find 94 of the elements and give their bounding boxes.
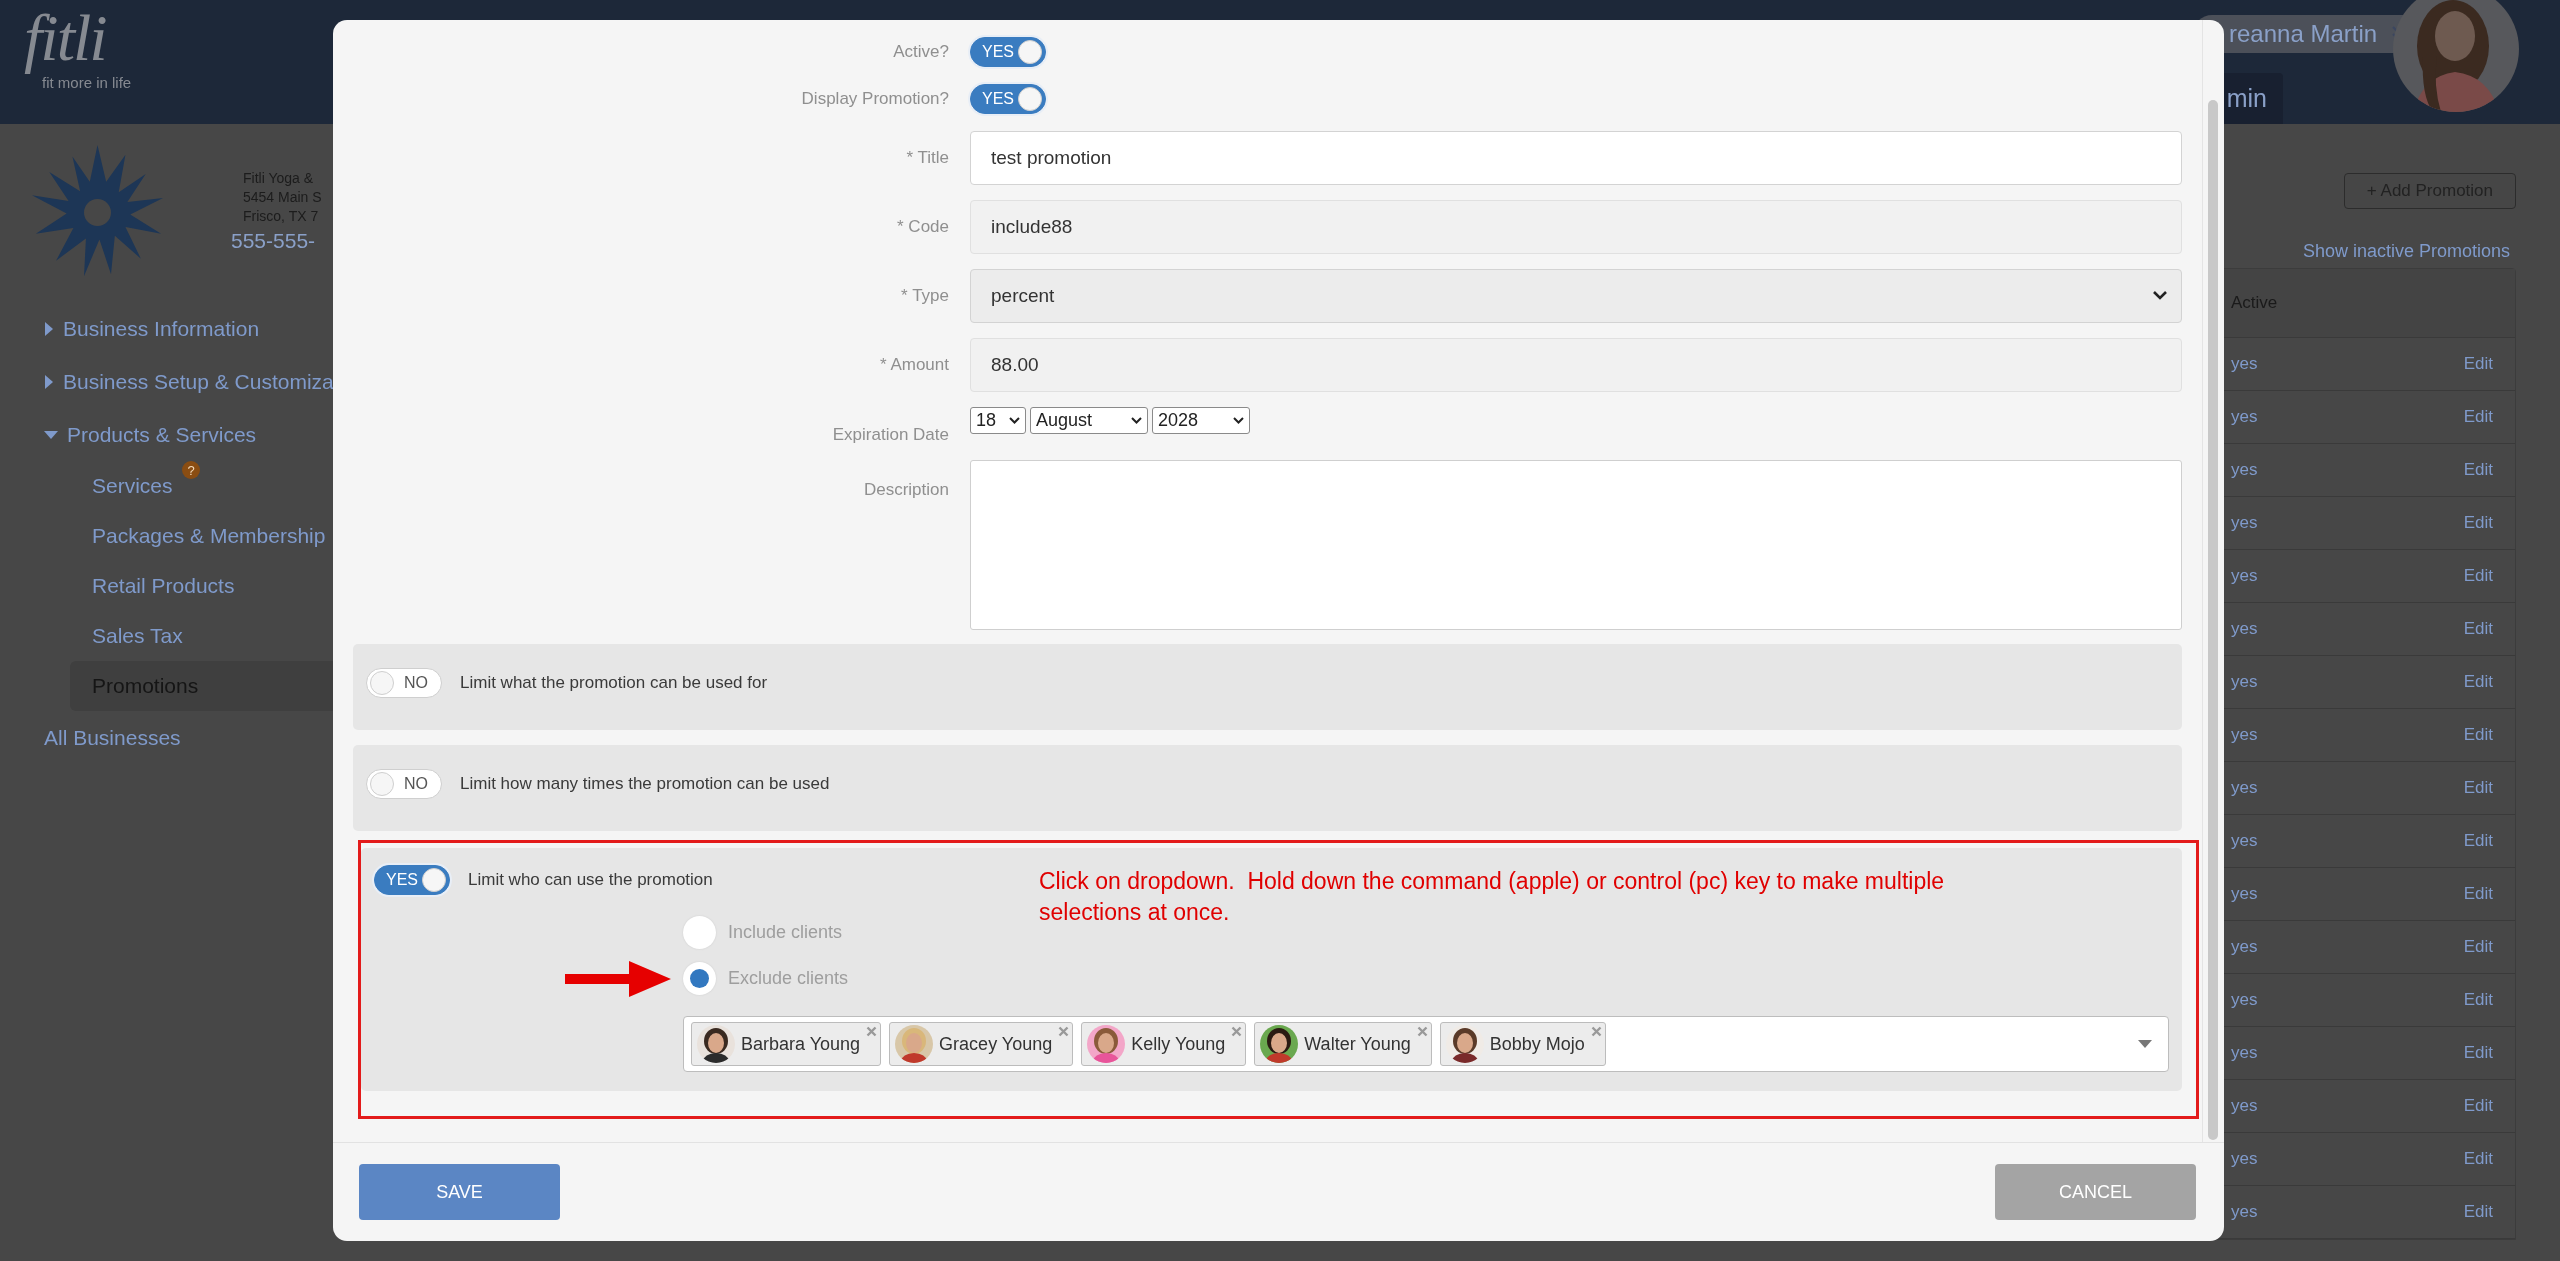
- text-field[interactable]: 88.00: [970, 338, 2182, 392]
- client-multiselect[interactable]: Barbara Young Gracey Young Kelly Young Walter Young Bobby Mojo: [683, 1016, 2169, 1072]
- nav-label: Packages & Membership: [92, 524, 326, 548]
- toggle-switch[interactable]: YES: [970, 37, 1046, 67]
- remove-icon[interactable]: [1231, 1026, 1243, 1037]
- client-tag[interactable]: Gracey Young: [889, 1022, 1074, 1066]
- help-badge: ?: [182, 461, 200, 479]
- chevron-down-icon: [2153, 291, 2167, 301]
- client-tag[interactable]: Barbara Young: [691, 1022, 882, 1066]
- toggle-switch[interactable]: YES: [374, 865, 450, 895]
- edit-link[interactable]: Edit: [2463, 513, 2493, 533]
- nav-label: Services: [92, 474, 173, 498]
- chevron-down-icon: [1233, 416, 1244, 425]
- edit-link[interactable]: Edit: [2463, 672, 2493, 692]
- edit-link[interactable]: Edit: [2463, 407, 2493, 427]
- table-cell: yes: [2231, 354, 2258, 374]
- limit-label: Limit how many times the promotion can be used: [460, 774, 830, 794]
- radio-button[interactable]: [683, 916, 716, 949]
- table-cell: yes: [2231, 1149, 2258, 1169]
- field-label: * Amount: [879, 355, 949, 375]
- date-dropdown[interactable]: August: [1030, 407, 1148, 434]
- table-cell: yes: [2231, 1202, 2258, 1222]
- date-dropdown[interactable]: 2028: [1152, 407, 1250, 434]
- client-tag[interactable]: Bobby Mojo: [1439, 1022, 1606, 1066]
- nav-label: Products & Services: [67, 422, 257, 447]
- field-label: * Code: [896, 217, 949, 237]
- table-cell: yes: [2231, 672, 2258, 692]
- edit-link[interactable]: Edit: [2463, 566, 2493, 586]
- edit-link[interactable]: Edit: [2463, 1149, 2493, 1169]
- limit-label: Limit who can use the promotion: [468, 870, 713, 890]
- edit-link[interactable]: Edit: [2463, 1202, 2493, 1222]
- table-cell: yes: [2231, 566, 2258, 586]
- caret-down-icon: [2138, 1040, 2152, 1048]
- table-cell: yes: [2231, 1043, 2258, 1063]
- date-dropdown[interactable]: 18: [970, 407, 1026, 434]
- remove-icon[interactable]: [866, 1026, 878, 1037]
- cancel-button[interactable]: CANCEL: [1995, 1164, 2196, 1220]
- table-cell: yes: [2231, 460, 2258, 480]
- edit-link[interactable]: Edit: [2463, 1043, 2493, 1063]
- radio-button[interactable]: [683, 962, 716, 995]
- table-cell: yes: [2231, 407, 2258, 427]
- edit-link[interactable]: Edit: [2463, 1096, 2493, 1116]
- nav-section[interactable]: Products & Services: [0, 408, 475, 461]
- edit-link[interactable]: Edit: [2463, 831, 2493, 851]
- table-cell: yes: [2231, 884, 2258, 904]
- remove-icon[interactable]: [1058, 1026, 1070, 1037]
- field-label: Expiration Date: [831, 425, 949, 445]
- text-field[interactable]: include88: [970, 200, 2182, 254]
- edit-link[interactable]: Edit: [2463, 778, 2493, 798]
- nav-section[interactable]: Business Information: [0, 302, 475, 355]
- field-label: Display Promotion?: [800, 89, 949, 109]
- table-cell: yes: [2231, 619, 2258, 639]
- nav-section[interactable]: Business Setup & Customiza: [0, 355, 475, 408]
- text-field[interactable]: test promotion: [970, 131, 2182, 185]
- nav-item[interactable]: Services ?: [70, 461, 475, 511]
- field-label: Active?: [892, 42, 949, 62]
- edit-link[interactable]: Edit: [2463, 725, 2493, 745]
- table-cell: yes: [2231, 513, 2258, 533]
- toggle-switch[interactable]: YES: [970, 84, 1046, 114]
- field-label: * Type: [900, 286, 949, 306]
- type-dropdown[interactable]: percent: [970, 269, 2182, 323]
- edit-link[interactable]: Edit: [2463, 990, 2493, 1010]
- option-label: Exclude clients: [728, 968, 849, 989]
- chevron-down-icon: [1009, 416, 1020, 425]
- edit-link[interactable]: Edit: [2463, 884, 2493, 904]
- phone-number: 555-555-: [231, 229, 316, 253]
- table-cell: yes: [2231, 1096, 2258, 1116]
- edit-link[interactable]: Edit: [2463, 354, 2493, 374]
- edit-link[interactable]: Edit: [2463, 619, 2493, 639]
- nav-label: Business Information: [63, 316, 260, 341]
- toggle-switch[interactable]: NO: [366, 769, 442, 799]
- table-cell: yes: [2231, 778, 2258, 798]
- table-cell: yes: [2231, 937, 2258, 957]
- table-cell: yes: [2231, 725, 2258, 745]
- field-label: * Title: [905, 148, 949, 168]
- table-cell: yes: [2231, 831, 2258, 851]
- client-tag[interactable]: Walter Young: [1254, 1022, 1432, 1066]
- option-label: Include clients: [728, 922, 843, 943]
- nav-label: Sales Tax: [92, 624, 183, 648]
- instruction-note: Click on dropdown. Hold down the command (apple) or control (pc) key to make multiple selections at once.: [1039, 867, 1946, 927]
- remove-icon[interactable]: [1416, 1026, 1428, 1037]
- field-label: Description: [862, 479, 949, 500]
- nav-label: Business Setup & Customiza: [63, 369, 334, 394]
- client-tag[interactable]: Kelly Young: [1081, 1022, 1247, 1066]
- table-cell: yes: [2231, 990, 2258, 1010]
- description-field[interactable]: [970, 460, 2182, 630]
- edit-link[interactable]: Edit: [2463, 937, 2493, 957]
- edit-link[interactable]: Edit: [2463, 460, 2493, 480]
- remove-icon[interactable]: [1590, 1026, 1602, 1037]
- chevron-down-icon: [1131, 416, 1142, 425]
- save-button[interactable]: SAVE: [359, 1164, 560, 1220]
- toggle-switch[interactable]: NO: [366, 668, 442, 698]
- nav-label: Retail Products: [92, 574, 235, 598]
- scrollbar[interactable]: [2208, 100, 2218, 1140]
